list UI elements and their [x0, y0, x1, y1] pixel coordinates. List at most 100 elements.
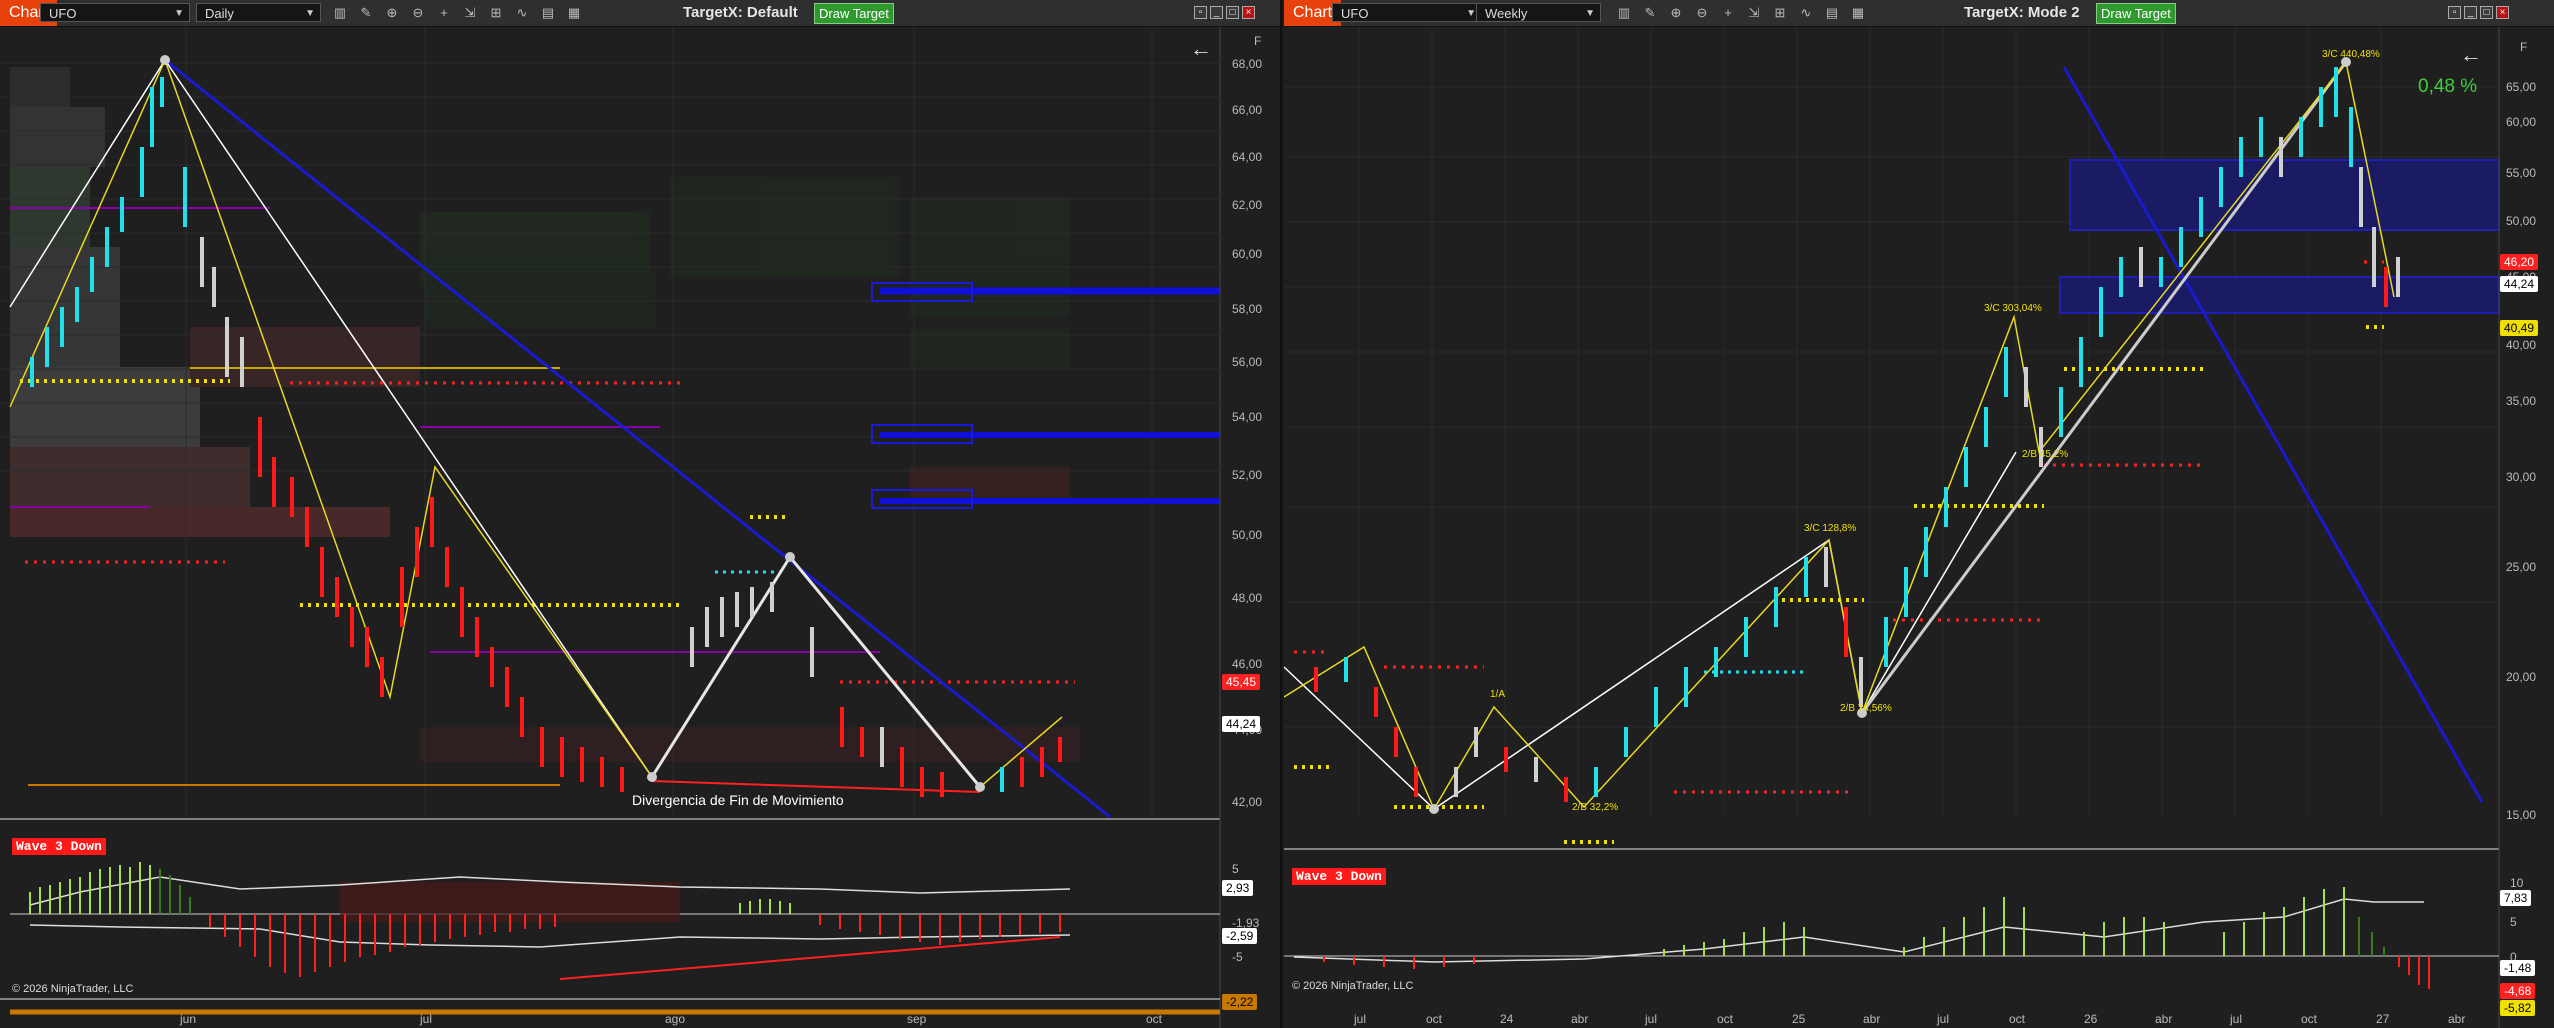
y-axis-label: 64,00: [1232, 150, 1263, 164]
y-axis-label: 35,00: [2506, 394, 2537, 408]
osc-tag: -2,59: [1222, 928, 1258, 944]
y-axis-label: 65,00: [2506, 80, 2537, 94]
x-axis-label: 25: [1792, 1012, 1806, 1026]
y-axis-label: 48,00: [1232, 591, 1263, 605]
bar-type-icon[interactable]: ▥: [1616, 4, 1632, 22]
pencil-icon[interactable]: ✎: [358, 4, 374, 22]
zoom-in-icon[interactable]: ⊕: [384, 4, 400, 22]
y-axis-label: 15,00: [2506, 808, 2537, 822]
draw-target-button[interactable]: Draw Target: [2096, 3, 2176, 24]
wave-label: Wave 3 Down: [12, 838, 106, 855]
osc-label: 5: [2510, 915, 2517, 929]
price-tag-last: 44,24: [1222, 716, 1261, 732]
x-axis-label: oct: [2301, 1012, 2318, 1026]
wave-label-text: 3/C 440,48%: [2322, 49, 2380, 60]
f-label[interactable]: F: [2520, 40, 2527, 54]
osc-label: 5: [1232, 862, 1239, 876]
restore-icon[interactable]: ▫: [1194, 6, 1207, 19]
wave-label-text: 3/C 128,8%: [1804, 523, 1856, 534]
y-axis-label: 60,00: [2506, 115, 2537, 129]
x-axis-label: abr: [2448, 1012, 2466, 1026]
instrument-selector[interactable]: UFO ▼: [1332, 3, 1482, 22]
properties-icon[interactable]: ▤: [540, 4, 556, 22]
pointer-icon[interactable]: ⇲: [1746, 4, 1762, 22]
y-axis-label: 58,00: [1232, 302, 1263, 316]
instrument-selector[interactable]: UFO ▼: [40, 3, 190, 22]
wave-label-text: 2/B 32,2%: [1572, 802, 1618, 813]
y-axis-label: 20,00: [2506, 670, 2537, 684]
x-axis-label: abr: [1571, 1012, 1589, 1026]
window-controls: ▫ _ □ ×: [2448, 6, 2528, 20]
restore-icon[interactable]: ▫: [2448, 6, 2461, 19]
osc-tag: 7,83: [2500, 890, 2532, 906]
price-tag-red: 45,45: [1222, 674, 1261, 690]
window-controls: ▫ _ □ ×: [1194, 6, 1274, 20]
back-arrow-icon[interactable]: ←: [1190, 36, 1212, 62]
wave-label: Wave 3 Down: [1292, 868, 1386, 885]
zoom-out-icon[interactable]: ⊖: [410, 4, 426, 22]
strategy-icon[interactable]: ∿: [1798, 4, 1814, 22]
close-icon[interactable]: ×: [2496, 6, 2509, 19]
osc-tag-red: -4,68: [2500, 983, 2536, 999]
maximize-icon[interactable]: □: [2480, 6, 2493, 19]
template-icon[interactable]: ▦: [566, 4, 582, 22]
wave-label-text: 1/A: [1490, 689, 1505, 700]
f-label[interactable]: F: [1254, 34, 1261, 48]
instrument-value: UFO: [49, 6, 77, 21]
pointer-icon[interactable]: ⇲: [462, 4, 478, 22]
y-axis-label: 50,00: [1232, 528, 1263, 542]
draw-target-button[interactable]: Draw Target: [814, 3, 894, 24]
x-axis-label: oct: [2009, 1012, 2026, 1026]
y-axis-label: 40,00: [2506, 338, 2537, 352]
y-axis-label: 62,00: [1232, 198, 1263, 212]
x-axis-label: 24: [1500, 1012, 1514, 1026]
period-selector[interactable]: Daily ▼: [196, 3, 321, 22]
x-axis-label: jul: [1645, 1012, 1658, 1026]
x-axis-label: jul: [420, 1012, 433, 1026]
osc-bottom-tag: -2,22: [1222, 994, 1258, 1010]
osc-bottom-tag: -5,82: [2500, 1000, 2536, 1016]
wave-label-text: 2/B 45,2%: [2022, 449, 2068, 460]
zoom-in-icon[interactable]: ⊕: [1668, 4, 1684, 22]
indicators-icon[interactable]: ⊞: [488, 4, 504, 22]
bar-type-icon[interactable]: ▥: [332, 4, 348, 22]
properties-icon[interactable]: ▤: [1824, 4, 1840, 22]
close-icon[interactable]: ×: [1242, 6, 1255, 19]
price-tag-red: 46,20: [2500, 254, 2539, 270]
x-axis-label: jul: [2230, 1012, 2243, 1026]
price-chart-weekly[interactable]: 3/C 440,48% 3/C 303,04% 2/B 45,2% 3/C 12…: [1284, 27, 2554, 1028]
y-axis-label: 68,00: [1232, 57, 1263, 71]
price-chart-daily[interactable]: [0, 27, 1280, 1028]
strategy-icon[interactable]: ∿: [514, 4, 530, 22]
back-arrow-icon[interactable]: ←: [2460, 42, 2482, 68]
wave-label-text: 3/C 303,04%: [1984, 303, 2042, 314]
pencil-icon[interactable]: ✎: [1642, 4, 1658, 22]
osc-tag: 2,93: [1222, 880, 1254, 896]
price-tag-yellow: 40,49: [2500, 320, 2539, 336]
y-axis-label: 66,00: [1232, 103, 1263, 117]
maximize-icon[interactable]: □: [1226, 6, 1239, 19]
template-icon[interactable]: ▦: [1850, 4, 1866, 22]
y-axis-label: 54,00: [1232, 410, 1263, 424]
x-axis-label: sep: [907, 1012, 927, 1026]
osc-tag: -1,48: [2500, 960, 2536, 976]
crosshair-icon[interactable]: +: [436, 4, 452, 22]
window-title: TargetX: Default: [683, 4, 798, 21]
drawing-toolbar: ▥ ✎ ⊕ ⊖ + ⇲ ⊞ ∿ ▤ ▦: [1616, 4, 1936, 22]
period-value: Weekly: [1485, 6, 1528, 21]
x-axis-label: oct: [1146, 1012, 1163, 1026]
x-axis-label: abr: [2155, 1012, 2173, 1026]
period-selector[interactable]: Weekly ▼: [1476, 3, 1601, 22]
x-axis-label: jul: [1937, 1012, 1950, 1026]
crosshair-icon[interactable]: +: [1720, 4, 1736, 22]
minimize-icon[interactable]: _: [1210, 6, 1223, 19]
y-axis-label: 25,00: [2506, 560, 2537, 574]
chevron-down-icon: ▼: [1585, 8, 1595, 19]
minimize-icon[interactable]: _: [2464, 6, 2477, 19]
x-axis-label: oct: [1717, 1012, 1734, 1026]
indicators-icon[interactable]: ⊞: [1772, 4, 1788, 22]
y-axis-label: 30,00: [2506, 470, 2537, 484]
window-title: TargetX: Mode 2: [1964, 4, 2080, 21]
x-axis-label: 26: [2084, 1012, 2098, 1026]
zoom-out-icon[interactable]: ⊖: [1694, 4, 1710, 22]
